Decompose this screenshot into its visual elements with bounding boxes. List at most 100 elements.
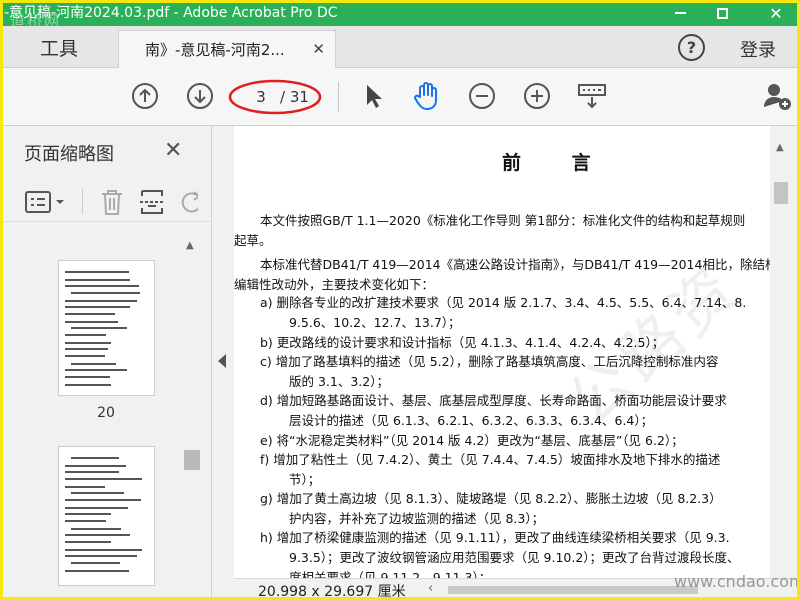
- scroll-up-icon[interactable]: ▲: [186, 240, 194, 251]
- help-button[interactable]: ?: [678, 34, 705, 61]
- thumbnail-text-line: [65, 499, 141, 501]
- panel-scrollbar[interactable]: ▲: [182, 236, 204, 596]
- thumbnail-text-line: [65, 300, 137, 302]
- document-line: 起草。: [234, 233, 272, 248]
- document-line: 9.5.6、10.2、12.7、13.7）；: [289, 315, 461, 330]
- panel-toolbar-divider: [82, 188, 83, 214]
- page-size-readout: 20.998 x 29.697 厘米: [258, 584, 406, 600]
- document-line: 护内容，并补充了边坡监测的描述（见 8.3）；: [289, 511, 545, 526]
- close-window-button[interactable]: ✕: [756, 0, 796, 26]
- toolbar-divider: [338, 82, 339, 112]
- select-tool-button[interactable]: [358, 81, 388, 111]
- document-line: 本文件按照GB/T 1.1—2020《标准化工作导则 第1部分：标准化文件的结构…: [260, 213, 746, 228]
- document-line: 9.3.5）；更改了波纹钢管涵应用范围要求（见 9.10.2）；更改了台背过渡段…: [289, 550, 740, 565]
- thumbnail-text-line: [71, 363, 116, 365]
- panel-collapse-strip[interactable]: [212, 126, 234, 600]
- document-line: f) 增加了粘性土（见 7.4.2）、黄土（见 7.4.4、7.4.5）坡面排水…: [260, 452, 721, 467]
- thumbnail-text-line: [65, 384, 111, 386]
- thumbnail-text-line: [65, 279, 130, 281]
- zoom-out-button[interactable]: [467, 81, 497, 111]
- document-line: d) 增加短路基路面设计、基层、底基层成型厚度、长寿命路面、桥面功能层设计要求: [260, 393, 727, 408]
- zoom-in-button[interactable]: [522, 81, 552, 111]
- window-titlebar: -意见稿-河南2024.03.pdf - Adobe Acrobat Pro D…: [0, 0, 800, 30]
- thumbnail-text-line: [65, 334, 106, 336]
- thumbnail-text-line: [65, 471, 119, 473]
- thumbnail-text-line: [65, 285, 139, 287]
- document-scrollbar[interactable]: ▲: [770, 126, 792, 578]
- arrow-up-circle-icon: [132, 83, 158, 109]
- thumbnail-text-line: [65, 520, 106, 522]
- trash-icon: [102, 190, 122, 215]
- page-thumbnail[interactable]: [58, 446, 155, 586]
- next-page-button[interactable]: [185, 81, 215, 111]
- thumbnail-text-line: [65, 348, 108, 350]
- panel-close-icon[interactable]: ✕: [164, 138, 182, 163]
- document-line: 版的 3.1、3.2）；: [289, 374, 389, 389]
- scroll-up-icon[interactable]: ▲: [776, 142, 784, 153]
- document-line: 度相关要求（见 9.11.2、9.11.3）；: [289, 570, 492, 578]
- site-watermark: www.cndao.com: [674, 572, 800, 591]
- tab-document-label: 南》-意见稿-河南2...: [145, 41, 285, 59]
- page-split-icon: [140, 190, 164, 214]
- thumbnail-text-line: [65, 534, 130, 536]
- thumbnail-text-line: [65, 342, 111, 344]
- keyboard-icon: [578, 84, 606, 109]
- extract-pages-button[interactable]: [138, 188, 166, 216]
- red-highlight-ellipse: [228, 79, 322, 115]
- document-line: 本标准代替DB41/T 419—2014《高速公路设计指南》，与DB41/T 4…: [260, 257, 770, 272]
- document-view[interactable]: 公路资 前 言 本文件按照GB/T 1.1—2020《标准化工作导则 第1部分：…: [234, 126, 770, 578]
- maximize-button[interactable]: [702, 0, 742, 26]
- document-line: e) 将“水泥稳定类材料”（见 2014 版 4.2）更改为“基层、底基层”（见…: [260, 433, 684, 448]
- scroll-left-icon[interactable]: ‹: [428, 581, 433, 596]
- thumbnail-text-line: [65, 369, 127, 371]
- thumbnail-text-line: [65, 478, 142, 480]
- share-user-button[interactable]: [762, 81, 792, 111]
- document-line: h) 增加了桥梁健康监测的描述（见 9.1.11），更改了曲线连续梁桥相关要求（…: [260, 530, 730, 545]
- thumbnail-text-line: [65, 486, 105, 488]
- thumbnail-text-line: [65, 465, 126, 467]
- panel-scroll-thumb[interactable]: [184, 450, 200, 470]
- minimize-button[interactable]: [660, 0, 700, 26]
- tab-bar: 工具 南》-意见稿-河南2... ✕ ? 登录: [0, 26, 800, 68]
- thumbnail-options-button[interactable]: [24, 188, 72, 216]
- panel-title: 页面缩略图: [24, 144, 114, 165]
- list-options-icon: [25, 191, 64, 213]
- thumbnail-text-line: [71, 528, 121, 530]
- rotate-icon: [181, 191, 198, 213]
- collapse-panel-icon[interactable]: [218, 354, 226, 368]
- thumbnail-text-line: [71, 292, 140, 294]
- thumbnail-text-line: [65, 306, 130, 308]
- document-line: c) 增加了路基填料的描述（见 5.2），删除了路基填筑高度、工后沉降控制标准内…: [260, 354, 719, 369]
- panel-toolbar: [0, 182, 212, 222]
- keyboard-tool-button[interactable]: [577, 81, 607, 111]
- tab-tools[interactable]: 工具: [0, 26, 118, 68]
- document-line: b) 更改路线的设计要求和设计指标（见 4.1.3、4.1.4、4.2.4、4.…: [260, 335, 665, 350]
- thumbnail-text-line: [65, 271, 129, 273]
- tab-close-icon[interactable]: ✕: [312, 40, 325, 58]
- document-line: a) 删除各专业的改扩建技术要求（见 2014 版 2.1.7、3.4、4.5、…: [260, 295, 747, 310]
- thumbnail-text-line: [65, 507, 128, 509]
- thumbnail-text-line: [65, 541, 111, 543]
- main-toolbar: / 31: [0, 68, 800, 126]
- add-user-icon: [764, 84, 791, 110]
- login-button[interactable]: 登录: [740, 36, 776, 62]
- document-line: 层设计的描述（见 6.1.3、6.2.1、6.3.2、6.3.3、6.3.4、6…: [289, 413, 654, 428]
- thumbnail-text-line: [65, 376, 110, 378]
- thumbnail-text-line: [71, 327, 127, 329]
- page-thumbnail[interactable]: [58, 260, 155, 396]
- hand-tool-button[interactable]: [412, 81, 442, 111]
- thumbnail-text-line: [71, 562, 120, 564]
- rotate-page-button[interactable]: [178, 188, 198, 216]
- thumbnail-text-line: [71, 457, 119, 459]
- page-thumbnail-label: 20: [97, 405, 115, 421]
- document-line: g) 增加了黄土高边坡（见 8.1.3）、陡坡路堤（见 8.2.2）、膨胀土边坡…: [260, 491, 722, 506]
- horizontal-scroll-thumb[interactable]: [448, 586, 698, 594]
- thumbnail-text-line: [71, 492, 124, 494]
- hand-icon: [414, 82, 437, 110]
- document-scroll-thumb[interactable]: [774, 182, 788, 204]
- tab-document[interactable]: 南》-意见稿-河南2... ✕: [118, 30, 336, 68]
- document-line: 节）；: [289, 472, 321, 487]
- delete-page-button[interactable]: [98, 188, 126, 216]
- prev-page-button[interactable]: [130, 81, 160, 111]
- thumbnail-text-line: [65, 355, 105, 357]
